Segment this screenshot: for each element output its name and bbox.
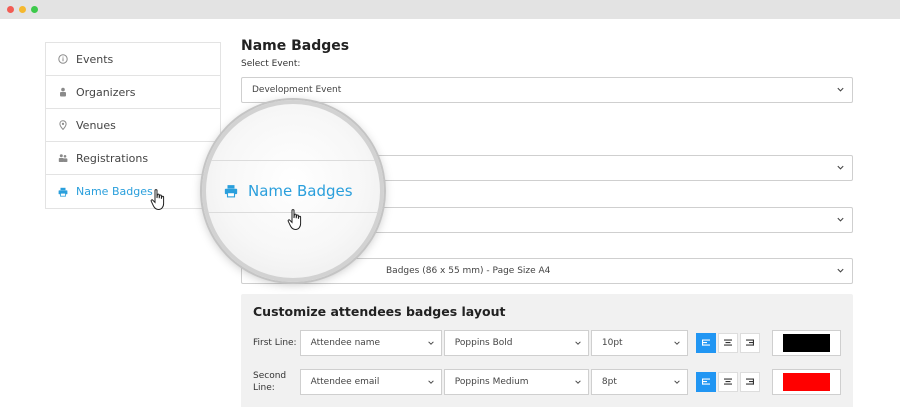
- align-right-button[interactable]: [740, 333, 761, 353]
- chevron-down-icon: [575, 380, 581, 384]
- page-title: Name Badges: [241, 38, 350, 54]
- sidebar-nav: Events Organizers Venues Registrations N…: [45, 42, 221, 209]
- info-circle-icon: [58, 54, 68, 64]
- sidebar-item-label: Registrations: [76, 151, 149, 165]
- chevron-down-icon: [428, 380, 434, 384]
- select-event-dropdown[interactable]: Development Event: [241, 77, 853, 103]
- color-picker[interactable]: [772, 330, 841, 356]
- select-event-label: Select Event:: [241, 59, 301, 69]
- chevron-down-icon: [837, 268, 844, 273]
- chevron-down-icon: [428, 341, 434, 345]
- chevron-down-icon: [837, 217, 844, 222]
- sidebar-item-events[interactable]: Events: [46, 43, 220, 76]
- sidebar-item-label: Events: [76, 52, 114, 66]
- chevron-down-icon: [674, 341, 681, 345]
- row-label: First Line:: [253, 338, 297, 348]
- field-select[interactable]: Attendee email: [299, 369, 442, 395]
- align-left-button[interactable]: [696, 333, 717, 353]
- align-center-icon: [724, 339, 733, 346]
- row-label: Second Line:: [253, 371, 287, 393]
- map-pin-icon: [58, 120, 68, 130]
- chevron-down-icon: [837, 87, 844, 92]
- chevron-down-icon: [575, 341, 581, 345]
- align-left-icon: [702, 378, 711, 385]
- sidebar-item-organizers[interactable]: Organizers: [46, 76, 220, 109]
- customize-badges-panel: Customize attendees badges layout First …: [241, 294, 853, 407]
- align-center-button[interactable]: [718, 372, 739, 392]
- field-value: Attendee email: [310, 377, 380, 387]
- font-value: Poppins Medium: [454, 377, 529, 387]
- magnified-name-badges-item: Name Badges: [224, 182, 353, 200]
- magnifier-callout: Name Badges: [202, 100, 384, 282]
- main-content: Name Badges Select Event: Development Ev…: [241, 38, 853, 407]
- font-size-value: 10pt: [601, 338, 623, 348]
- window-titlebar: [0, 0, 900, 19]
- align-left-icon: [702, 339, 711, 346]
- hand-cursor-icon: [287, 209, 302, 231]
- sidebar-item-name-badges[interactable]: Name Badges: [46, 175, 220, 208]
- font-size-select[interactable]: 10pt: [590, 330, 689, 356]
- printer-icon: [58, 187, 68, 197]
- divider: [206, 160, 380, 161]
- chevron-down-icon: [837, 165, 844, 170]
- maximize-window-button[interactable]: [31, 6, 38, 13]
- sidebar-item-label: Organizers: [76, 85, 136, 99]
- sidebar-item-label: Name Badges: [76, 185, 153, 198]
- sidebar-item-label: Venues: [76, 118, 116, 132]
- field-value: Attendee name: [310, 338, 381, 348]
- color-picker[interactable]: [772, 369, 841, 395]
- align-right-icon: [746, 339, 755, 346]
- chevron-down-icon: [674, 380, 681, 384]
- badge-line-row: First Line: Attendee name Poppins Bold 1…: [253, 329, 841, 357]
- printer-icon: [224, 184, 238, 198]
- field-select[interactable]: Attendee name: [299, 330, 442, 356]
- close-window-button[interactable]: [7, 6, 14, 13]
- registrations-icon: [58, 153, 68, 163]
- font-size-value: 8pt: [601, 377, 617, 387]
- sidebar-item-venues[interactable]: Venues: [46, 109, 220, 142]
- alignment-group: [696, 333, 762, 353]
- organizer-icon: [58, 87, 68, 97]
- font-size-select[interactable]: 8pt: [590, 369, 689, 395]
- select-event-value: Development Event: [252, 85, 342, 95]
- color-swatch: [783, 334, 830, 352]
- magnified-label: Name Badges: [248, 182, 353, 200]
- font-select[interactable]: Poppins Bold: [443, 330, 589, 356]
- minimize-window-button[interactable]: [19, 6, 26, 13]
- font-select[interactable]: Poppins Medium: [443, 369, 589, 395]
- alignment-group: [696, 372, 762, 392]
- align-right-icon: [746, 378, 755, 385]
- color-swatch: [783, 373, 830, 391]
- customize-title: Customize attendees badges layout: [253, 304, 506, 319]
- align-center-icon: [724, 378, 733, 385]
- align-center-button[interactable]: [718, 333, 739, 353]
- sidebar-item-registrations[interactable]: Registrations: [46, 142, 220, 175]
- align-left-button[interactable]: [696, 372, 717, 392]
- hand-cursor-icon: [150, 189, 165, 211]
- badge-line-row: Second Line: Attendee email Poppins Medi…: [253, 368, 841, 396]
- font-value: Poppins Bold: [454, 338, 513, 348]
- align-right-button[interactable]: [740, 372, 761, 392]
- badge-size-value: Badges (86 x 55 mm) - Page Size A4: [386, 266, 551, 276]
